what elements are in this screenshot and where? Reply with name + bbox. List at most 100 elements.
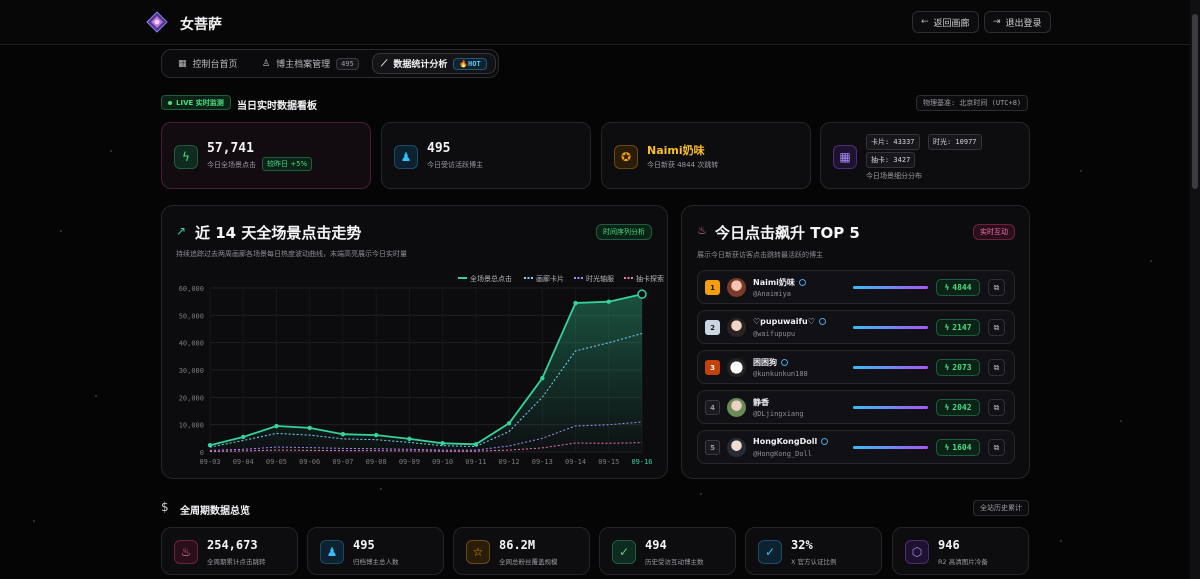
trend-panel: ↗ 近 14 天全场景点击走势 时间序列分析 持续追踪过去两周画廊各场景每日热度… [161, 205, 668, 479]
y-tick-label: 10,000 [179, 422, 204, 430]
bolt-icon: ϟ [944, 283, 950, 292]
external-link-icon[interactable]: ⧉ [988, 319, 1005, 336]
x-tick-label: 09-04 [233, 458, 254, 466]
users-icon: ♟ [394, 145, 418, 169]
flame-icon: ♨ [174, 540, 198, 564]
data-point [373, 432, 379, 438]
verified-icon [818, 318, 826, 325]
bolt-icon: ϟ [944, 443, 950, 452]
y-tick-label: 30,000 [179, 367, 204, 375]
click-count: ϟ 1604 [936, 439, 980, 456]
award-icon: ✪ [614, 145, 638, 169]
top5-panel: ♨ 今日点击飙升 TOP 5 实时互动 展示今日新获访客点击跳转最活跃的博主 1… [681, 205, 1030, 479]
external-link-icon[interactable]: ⧉ [988, 279, 1005, 296]
external-link-icon[interactable]: ⧉ [988, 399, 1005, 416]
stat-card-active: ♟ 495 今日受访活跃博主 [381, 122, 591, 189]
rank-badge: 3 [705, 360, 720, 375]
overview-card-bloggers: ♟ 495 归档博主总人数 [307, 527, 444, 575]
external-link-icon[interactable]: ⧉ [988, 439, 1005, 456]
click-count: ϟ 2073 [936, 359, 980, 376]
x-tick-label: 09-10 [432, 458, 453, 466]
trend-title: 近 14 天全场景点击走势 [195, 224, 362, 242]
ranking-row[interactable]: 5 HongKongDoll @HongKong_Doll ϟ 1604 ⧉ [697, 430, 1015, 464]
progress-bar [853, 326, 928, 329]
data-point [506, 421, 512, 426]
overview-card-interacted: ✓ 494 历史受访互动博主数 [599, 527, 736, 575]
x-tick-label: 09-03 [199, 458, 220, 466]
ranking-row[interactable]: 3 困困狗 @kunkunkun188 ϟ 2073 ⧉ [697, 350, 1015, 384]
legend-label: 抽卡探索 [636, 274, 664, 283]
timezone-badge: 物理基准: 北京时间 (UTC+8) [916, 95, 1029, 111]
scrollbar[interactable] [1190, 0, 1200, 579]
flame-icon: ♨ [697, 224, 707, 237]
section-title-live: 当日实时数据看板 [237, 101, 317, 112]
rank-badge: 2 [705, 320, 720, 335]
legend-label: 全场景总点击 [470, 274, 512, 283]
avatar [727, 278, 746, 297]
data-point [573, 300, 578, 306]
x-tick-label: 09-06 [299, 458, 320, 466]
delta-badge: 较昨日 +5% [262, 157, 313, 171]
ranking-row[interactable]: 2 ♡pupuwaifu♡ @waifupupu ϟ 2147 ⧉ [697, 310, 1015, 344]
top5-tag: 实时互动 [973, 224, 1015, 240]
avatar [727, 398, 746, 417]
progress-bar [853, 446, 928, 449]
y-tick-label: 40,000 [179, 340, 204, 348]
tab-dashboard[interactable]: ▦ 控制台首页 [170, 53, 246, 74]
users-icon: ♙ [262, 58, 271, 69]
grid-icon: ▦ [833, 145, 857, 169]
trend-chart: 0 10,000 20,000 30,000 40,000 50,000 60,000 09-… [179, 274, 664, 466]
click-count: ϟ 4844 [936, 279, 980, 296]
ranking-row[interactable]: 4 静香 @DLjingxiang ϟ 2042 ⧉ [697, 390, 1015, 424]
logout-button[interactable]: ⇥ 退出登录 [984, 11, 1051, 33]
star-icon: ☆ [466, 540, 490, 564]
x-tick-label: 09-11 [465, 458, 486, 466]
overview-tag: 全站历史累计 [973, 500, 1029, 516]
overview-title: 全周期数据总览 [180, 506, 250, 517]
hot-badge: 🔥HOT [453, 57, 487, 70]
avatar [727, 358, 746, 377]
verified-badge-icon: ✓ [758, 540, 782, 564]
x-tick-label: 09-16 [631, 458, 652, 466]
progress-bar [853, 366, 928, 369]
verified-icon [781, 359, 788, 366]
stat-card-top-blogger: ✪ Naimi奶味 今日新获 4844 次跳转 [601, 122, 811, 189]
x-tick-label: 09-08 [366, 458, 387, 466]
avatar [727, 438, 746, 457]
count-badge: 495 [336, 57, 359, 70]
overview-card-fans: ☆ 86.2M 全网总粉丝覆盖规模 [453, 527, 590, 575]
x-tick-label: 09-14 [565, 458, 586, 466]
grid-icon: ▦ [178, 58, 187, 69]
overview-card-backup: ⬡ 946 R2 高清图片冷备 [892, 527, 1029, 575]
x-tick-label: 09-05 [266, 458, 287, 466]
progress-bar [853, 406, 928, 409]
tab-statistics[interactable]: ⟋ 数据统计分析 🔥HOT [372, 53, 496, 74]
tab-blogger-archive[interactable]: ♙ 博主档案管理 495 [254, 53, 367, 74]
trending-up-icon: ↗ [176, 224, 187, 238]
x-tick-label: 09-07 [332, 458, 353, 466]
overview-card-verified: ✓ 32% X 官方认证比例 [745, 527, 882, 575]
y-tick-label: 20,000 [179, 394, 204, 402]
live-badge: LIVE 实时监测 [161, 95, 231, 110]
scrollbar-thumb[interactable] [1192, 14, 1198, 189]
progress-bar [853, 286, 928, 289]
brand-name: 女菩萨 [180, 17, 222, 33]
arrow-left-icon: ← [921, 17, 929, 27]
verified-icon [798, 279, 806, 286]
legend-label: 画廊卡片 [536, 274, 564, 283]
x-tick-label: 09-13 [532, 458, 553, 466]
data-point [540, 376, 545, 381]
data-point [637, 289, 647, 299]
verified-icon [821, 438, 829, 445]
click-count: ϟ 2147 [936, 319, 980, 336]
live-dot-icon [168, 100, 172, 105]
ranking-row[interactable]: 1 Naimi奶味 @Anaimiya ϟ 4844 ⧉ [697, 270, 1015, 304]
data-point [407, 436, 412, 442]
logo-icon [146, 11, 168, 33]
external-link-icon[interactable]: ⧉ [988, 359, 1005, 376]
top-bar: 女菩萨 ← 返回画廊 ⇥ 退出登录 [0, 0, 1190, 45]
dollar-icon: $ [161, 500, 169, 514]
data-point [340, 432, 346, 437]
data-point [307, 425, 312, 431]
back-to-gallery-button[interactable]: ← 返回画廊 [912, 11, 979, 33]
